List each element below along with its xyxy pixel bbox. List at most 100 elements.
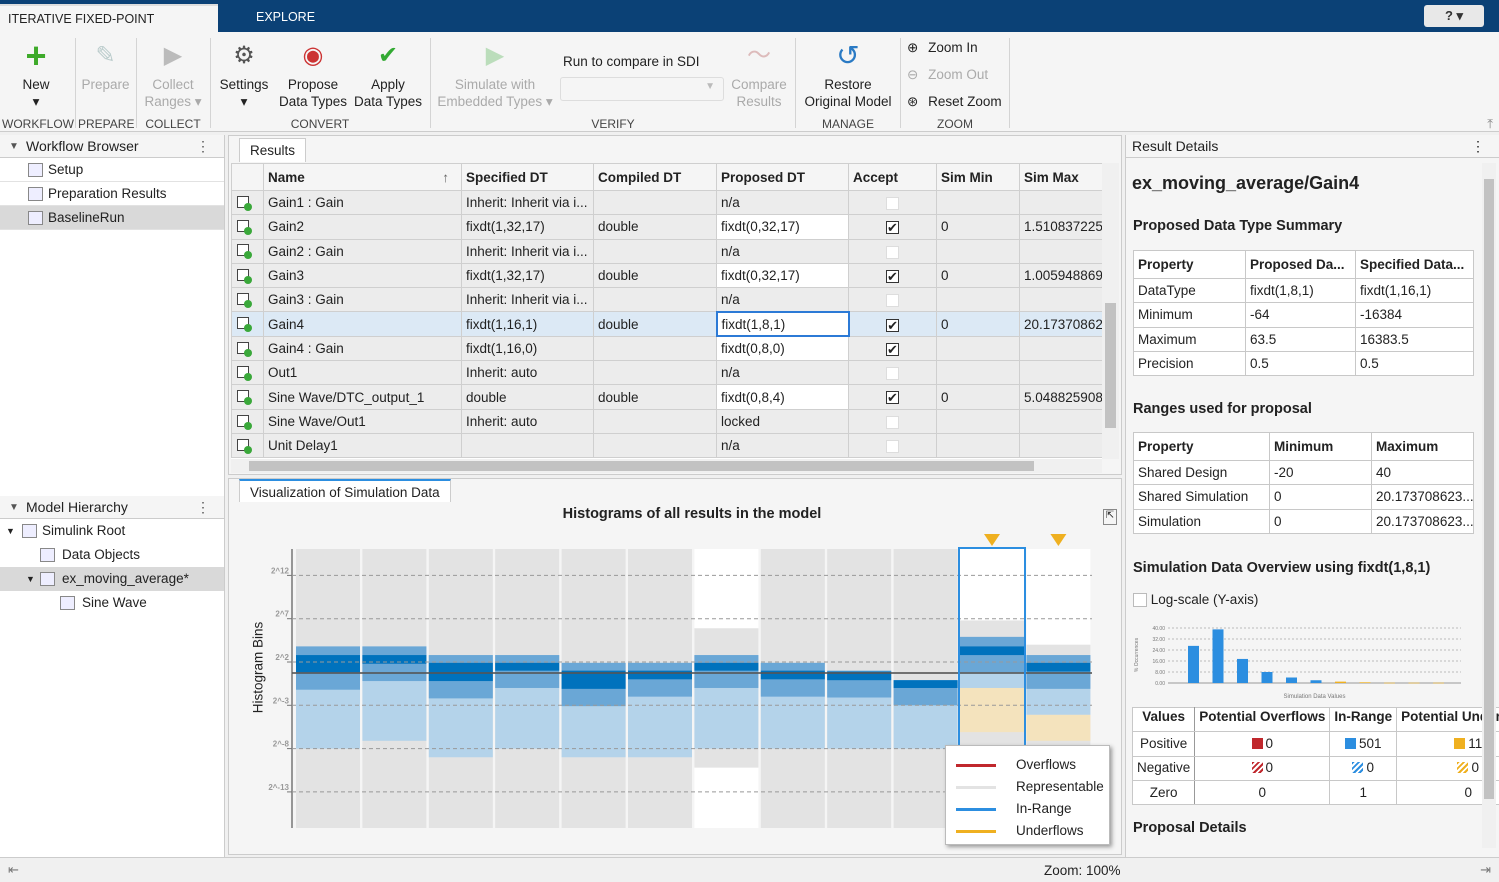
tab-iterative-fixed-point[interactable]: ITERATIVE FIXED-POINT CONVERSION [0, 4, 218, 52]
table-row[interactable]: Sine Wave/DTC_output_1 double double fixdt(… [231, 384, 1102, 410]
accept-cell[interactable]: ✔ [848, 335, 937, 362]
table-row[interactable]: Gain3 : Gain Inherit: Inherit via i... n/a [231, 287, 1102, 313]
histogram-column[interactable] [561, 549, 626, 828]
help-button[interactable]: ? ▾ [1424, 5, 1484, 27]
workflow-item-baselinerun[interactable]: BaselineRun [0, 206, 224, 230]
accept-cell[interactable]: ✔ [848, 262, 937, 289]
tree-item-ex-moving-average[interactable]: ▼ ex_moving_average* [0, 567, 224, 591]
checkbox[interactable] [1133, 593, 1147, 608]
scrollbar-thumb[interactable] [1484, 179, 1494, 799]
zoom-out-button[interactable]: ⊖ Zoom Out [907, 67, 988, 83]
collapse-toolstrip-icon[interactable]: ⤒ [1487, 116, 1493, 132]
accept-cell[interactable]: ✔ [848, 384, 937, 410]
sim-max-cell [1019, 408, 1102, 434]
propose-data-types-button[interactable]: ◉ Propose Data Types [278, 40, 348, 110]
accept-checkbox[interactable]: ✔ [886, 221, 899, 235]
simulate-embedded-button[interactable]: ▶ Simulate with Embedded Types ▾ [434, 40, 556, 110]
horizontal-scrollbar[interactable] [231, 459, 1102, 473]
accept-checkbox[interactable]: ✔ [886, 318, 900, 332]
histogram-column[interactable] [827, 549, 892, 828]
column-header-compiled-dt[interactable]: Compiled DT [593, 163, 717, 191]
apply-data-types-button[interactable]: ✔ Apply Data Types [352, 40, 424, 110]
table-row[interactable]: Gain3 fixdt(1,32,17) double fixdt(0,32,17) ✔… [231, 262, 1102, 289]
accept-checkbox[interactable]: ✔ [886, 391, 899, 405]
histogram-column[interactable] [694, 549, 759, 828]
table-row[interactable]: Gain2 fixdt(1,32,17) double fixdt(0,32,17) ✔… [231, 214, 1102, 240]
histogram-column[interactable] [362, 549, 427, 828]
block-status-icon [236, 438, 252, 454]
more-options-icon[interactable]: ⋮ [1471, 135, 1485, 158]
histogram-column[interactable] [495, 549, 560, 828]
table-row: Simulation 0 20.173708623... [1133, 508, 1474, 534]
scrollbar-thumb[interactable] [1105, 303, 1116, 428]
workflow-item-setup[interactable]: Setup [0, 158, 224, 182]
tab-explore[interactable]: EXPLORE [248, 4, 323, 32]
restore-original-model-button[interactable]: ↺ Restore Original Model [798, 40, 898, 110]
proposed-dt-cell[interactable]: fixdt(0,8,4) [716, 384, 849, 410]
label: Original Model [804, 94, 892, 109]
tab-results[interactable]: Results [239, 138, 307, 162]
proposed-dt-cell[interactable]: fixdt(0,8,0) [716, 335, 849, 362]
reset-zoom-button[interactable]: ⊛ Reset Zoom [907, 94, 1002, 110]
run-compare-dropdown[interactable]: ▼ [560, 77, 724, 101]
new-button[interactable]: + New ▾ [6, 37, 66, 110]
tree-item-data-objects[interactable]: Data Objects [0, 543, 224, 567]
in-range-core-band [628, 670, 692, 680]
column-header-name[interactable]: Name ↑ [263, 163, 462, 191]
tree-item-sine-wave[interactable]: Sine Wave [0, 591, 224, 615]
mini-bar [1310, 680, 1322, 683]
scrollbar-thumb[interactable] [249, 461, 1034, 471]
proposed-dt-cell[interactable]: fixdt(0,32,17) [716, 262, 849, 289]
compare-results-button[interactable]: 〜 Compare Results [728, 40, 790, 110]
sim-min-cell [936, 335, 1020, 362]
more-options-icon[interactable]: ⋮ [196, 135, 210, 158]
table-row[interactable]: Unit Delay1 n/a [231, 432, 1102, 459]
table-row[interactable]: Sine Wave/Out1 Inherit: auto locked [231, 408, 1102, 434]
table-row[interactable]: Gain2 : Gain Inherit: Inherit via i... n/a [231, 238, 1102, 264]
tab-visualization[interactable]: Visualization of Simulation Data [239, 479, 451, 502]
log-scale-checkbox[interactable]: Log-scale (Y-axis) [1133, 592, 1258, 608]
histogram-column[interactable] [628, 549, 692, 828]
workflow-browser-header[interactable]: ▼ Workflow Browser ⋮ [0, 135, 224, 158]
zoom-in-button[interactable]: ⊕ Zoom In [907, 40, 978, 56]
column-header-specified-dt[interactable]: Specified DT [461, 163, 594, 191]
chevron-down-icon: ▼ [705, 81, 715, 92]
proposed-dt-cell[interactable]: fixdt(1,8,1) [715, 310, 850, 338]
accept-cell[interactable] [848, 189, 937, 216]
column-header-proposed-dt[interactable]: Proposed DT [716, 163, 849, 191]
table-row[interactable]: Gain4 : Gain fixdt(1,16,0) fixdt(0,8,0) ✔ [231, 335, 1102, 362]
model-hierarchy-header[interactable]: ▼ Model Hierarchy ⋮ [0, 496, 224, 519]
underflow-warning-icon[interactable] [984, 534, 1000, 546]
accept-cell[interactable] [848, 408, 937, 434]
histogram-column[interactable] [428, 549, 493, 828]
workflow-item-preparation-results[interactable]: Preparation Results [0, 182, 224, 206]
vertical-scrollbar[interactable] [1482, 163, 1496, 848]
in-range-core-band [893, 680, 958, 688]
accept-cell[interactable] [848, 287, 937, 313]
proposed-dt-cell[interactable]: fixdt(0,32,17) [716, 214, 849, 240]
settings-button[interactable]: ⚙ Settings ▾ [214, 40, 274, 110]
accept-cell[interactable] [848, 360, 937, 386]
accept-cell[interactable]: ✔ [848, 214, 937, 240]
collapse-right-icon[interactable]: ⇥ [1480, 862, 1491, 878]
table-row[interactable]: Gain4 fixdt(1,16,1) double fixdt(1,8,1) ✔ 0 20… [231, 310, 1102, 338]
column-header-sim-min[interactable]: Sim Min [936, 163, 1020, 191]
underflow-warning-icon[interactable] [1050, 534, 1067, 546]
collapse-left-icon[interactable]: ⇤ [8, 862, 19, 878]
table-row[interactable]: Gain1 : Gain Inherit: Inherit via i... n/a [231, 189, 1102, 216]
more-options-icon[interactable]: ⋮ [196, 496, 210, 519]
accept-cell[interactable] [848, 238, 937, 264]
table-row[interactable]: Out1 Inherit: auto n/a [231, 360, 1102, 386]
vertical-scrollbar[interactable] [1102, 163, 1119, 459]
collect-ranges-button[interactable]: ▶ Collect Ranges ▾ [140, 40, 206, 110]
accept-cell[interactable]: ✔ [848, 311, 937, 337]
histogram-column[interactable] [760, 549, 825, 828]
accept-checkbox[interactable]: ✔ [886, 269, 899, 283]
accept-checkbox[interactable]: ✔ [886, 342, 899, 356]
prepare-button[interactable]: ✎ Prepare [78, 40, 133, 93]
accept-cell[interactable] [848, 432, 937, 459]
column-header-sim-max[interactable]: Sim Max [1019, 163, 1102, 191]
column-header-accept[interactable]: Accept [848, 163, 937, 191]
histogram-column[interactable] [296, 549, 360, 828]
tree-item-simulink-root[interactable]: ▼ Simulink Root [0, 519, 224, 543]
